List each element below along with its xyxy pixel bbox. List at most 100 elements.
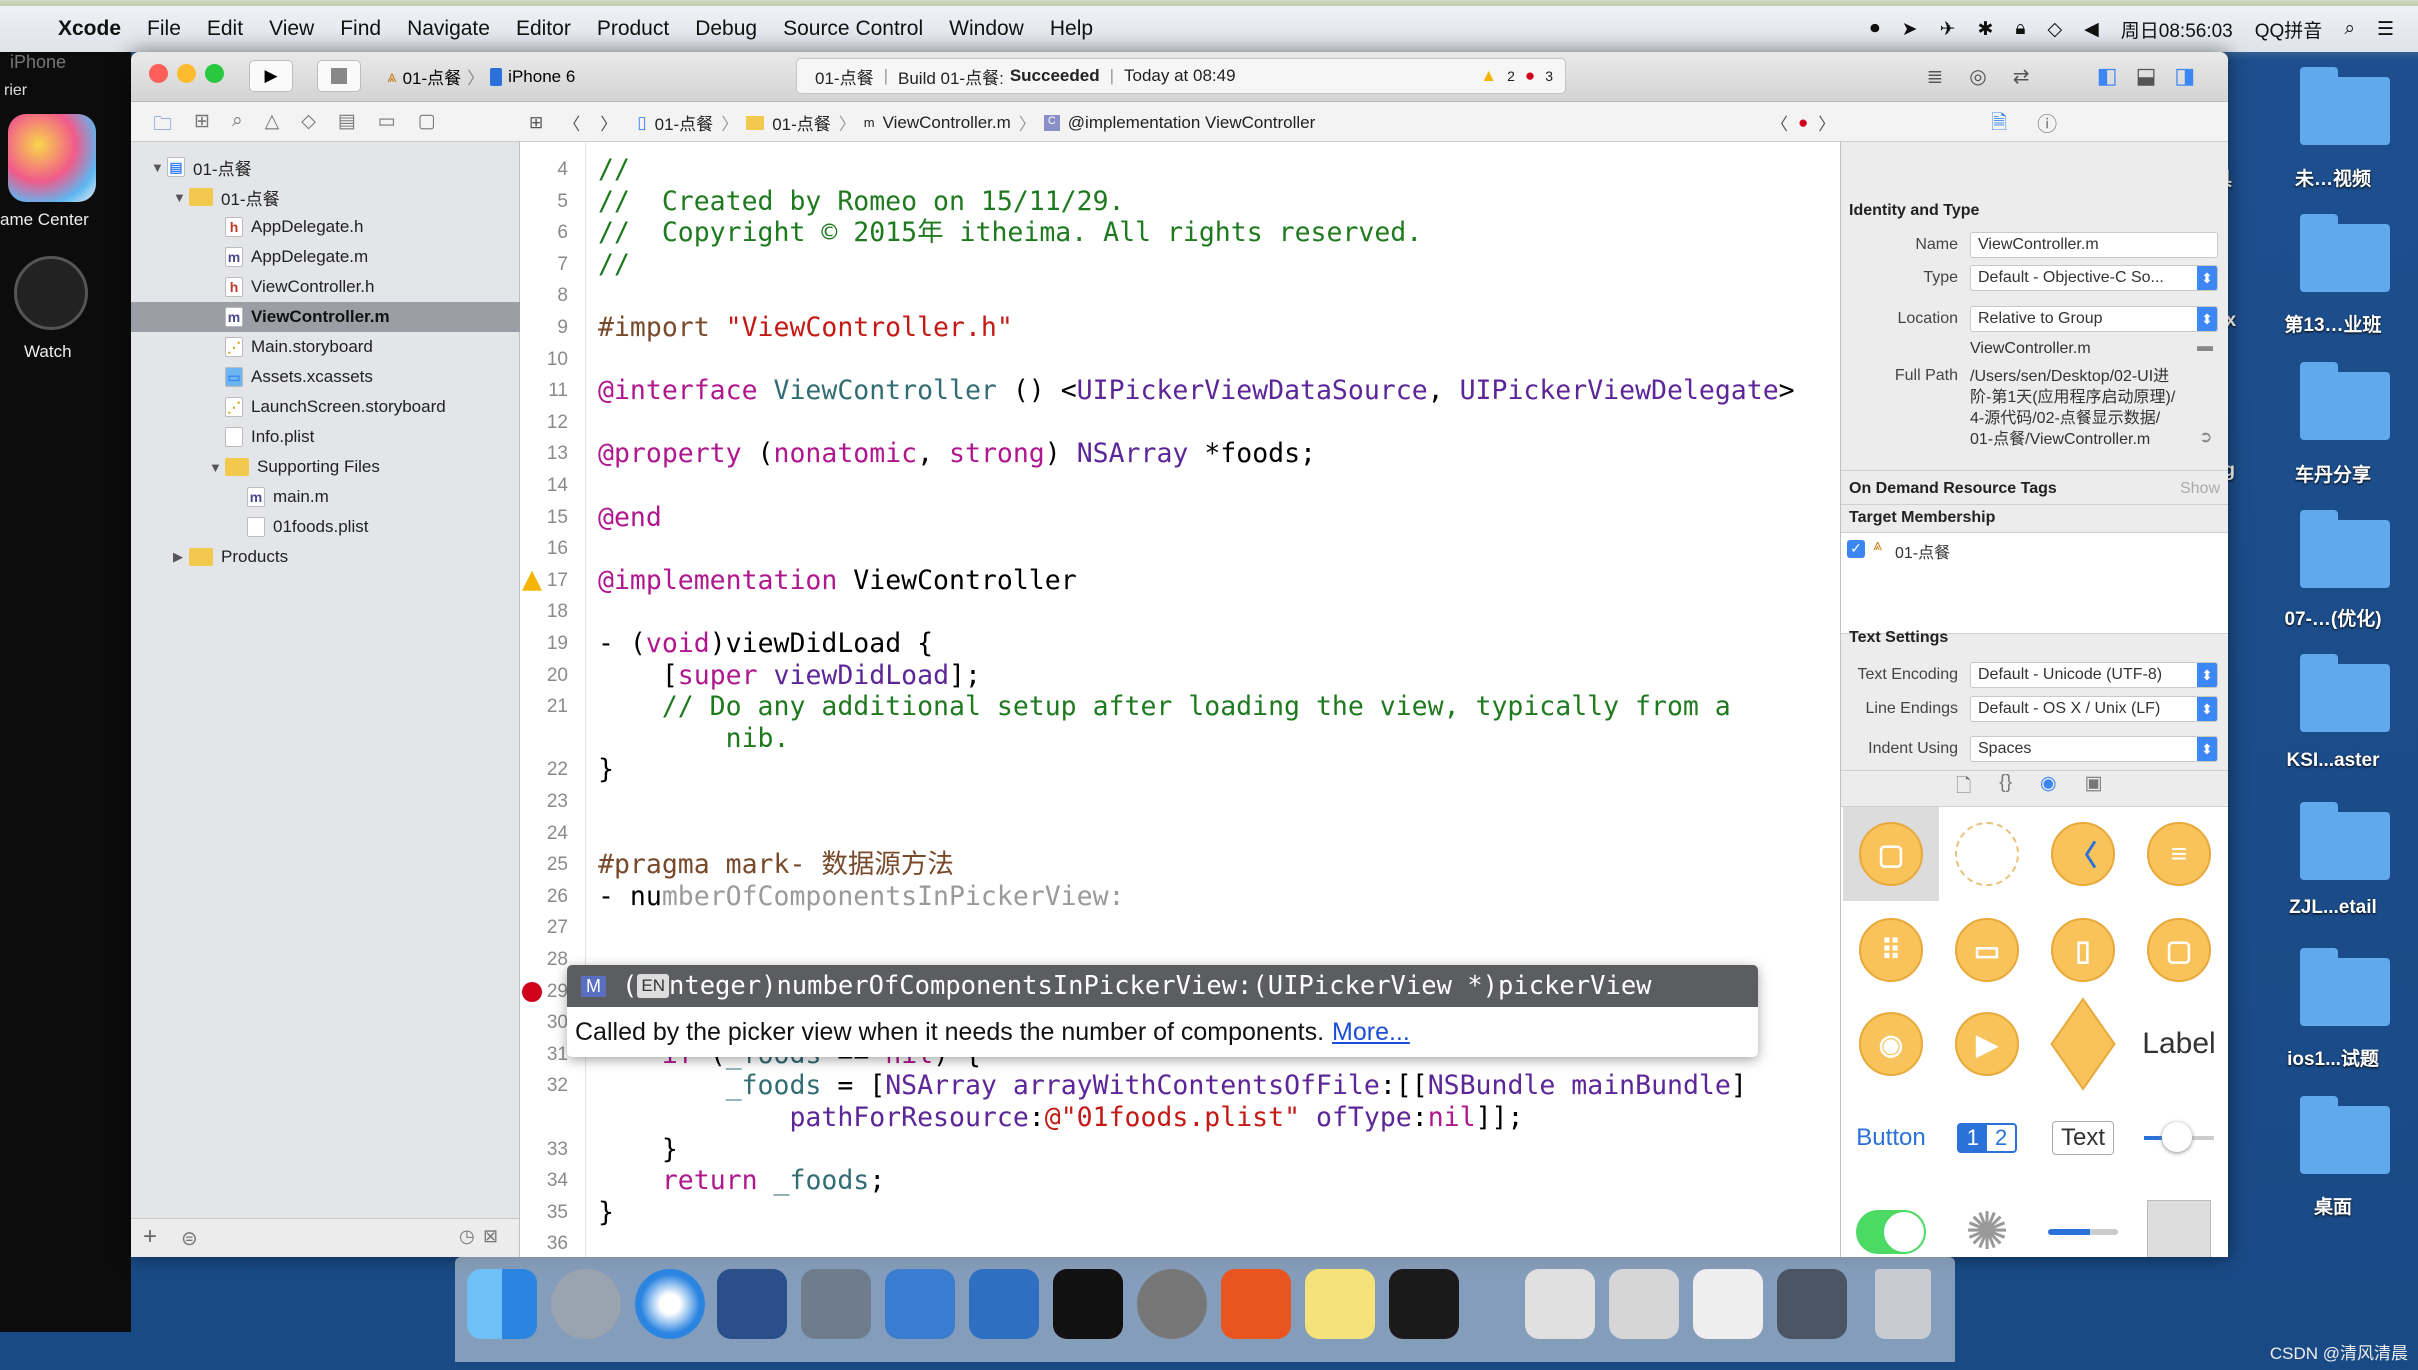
code-line[interactable]: 4 // [520,154,1840,186]
clock[interactable]: 周日08:56:03 [2121,16,2233,43]
presentation-app-icon[interactable] [1221,1269,1291,1339]
line-number[interactable]: 24 [520,818,568,850]
navigator-item[interactable]: ⋰ Main.storyboard [131,332,520,362]
line-number[interactable]: 16 [520,533,568,565]
library-activity-indicator[interactable]: ✺ [1939,1185,2035,1257]
forward-icon[interactable]: 〉 [600,110,617,135]
document-icon[interactable] [1693,1269,1763,1339]
library-av-player[interactable]: ▶ [1939,997,2035,1091]
navigator-item[interactable]: m ViewController.m [131,302,520,332]
library-collection-view[interactable]: ⠿ [1843,903,1939,997]
previous-issue-icon[interactable]: 〈 [1771,110,1788,135]
library-navigation-controller[interactable]: 〈 [2035,807,2131,901]
completion-item[interactable]: M ( EN nteger)numberOfComponentsInPicker… [567,965,1758,1007]
library-glkit[interactable]: ◉ [1843,997,1939,1091]
line-number[interactable]: 13 [520,438,568,470]
launchpad-icon[interactable] [551,1269,621,1339]
library-stepper[interactable] [2131,1185,2227,1257]
source-editor[interactable]: 4 // 5 // Created by Romeo on 15/11/29. 6 // … [520,142,1840,1257]
document-icon[interactable] [1609,1269,1679,1339]
library-text-field[interactable]: Text [2035,1091,2131,1185]
disclosure-triangle-icon[interactable]: ▶ [173,549,189,565]
code-line[interactable]: 12 [520,407,1840,439]
screenshot-icon[interactable] [1777,1269,1847,1339]
line-number[interactable]: 8 [520,280,568,312]
finder-icon[interactable] [467,1269,537,1339]
library-container-view[interactable] [1939,807,2035,901]
system-preferences-icon[interactable] [1137,1269,1207,1339]
line-number[interactable]: 27 [520,912,568,944]
bluetooth-icon[interactable]: ✱ [1978,18,1994,41]
navigator-item[interactable]: ▼ Supporting Files [131,452,520,482]
code-line[interactable]: 24 [520,818,1840,850]
code-line[interactable]: 13 @property (nonatomic, strong) NSArray … [520,438,1840,470]
code-line[interactable]: 26 - numberOfComponentsInPickerView: [520,881,1840,913]
code-line[interactable]: 5 // Created by Romeo on 15/11/29. [520,186,1840,218]
document-icon[interactable] [1525,1269,1595,1339]
error-icon[interactable] [522,981,542,1002]
code-line-wrap[interactable]: pathForResource:@"01foods.plist" ofType:… [520,1102,1840,1134]
menu-view[interactable]: View [269,17,314,41]
code-line[interactable]: 20 [super viewDidLoad]; [520,660,1840,692]
code-line-wrap[interactable]: nib. [520,723,1840,755]
library-page-view-controller[interactable]: ▯ [2035,903,2131,997]
reveal-in-finder-icon[interactable]: ➲ [2199,427,2212,447]
media-library-icon[interactable]: ▣ [2085,772,2103,804]
toggle-navigator-icon[interactable]: ◧ [2097,63,2118,89]
folder-icon[interactable] [2300,67,2390,145]
line-number[interactable]: 11 [520,375,568,407]
folder-icon[interactable] [2300,362,2390,440]
line-number[interactable]: 25 [520,849,568,881]
terminal-icon[interactable] [1053,1269,1123,1339]
code-line[interactable]: 25 #pragma mark- 数据源方法 [520,849,1840,881]
target-checkbox[interactable]: ✓ [1847,540,1865,558]
menu-editor[interactable]: Editor [516,17,571,41]
line-number[interactable]: 6 [520,217,568,249]
assistant-editor-icon[interactable]: ◎ [1969,64,1986,89]
scm-filter-icon[interactable]: ⊠ [483,1226,498,1247]
code-line[interactable]: 16 [520,533,1840,565]
debug-navigator-icon[interactable]: ▤ [338,110,356,142]
odrt-show-button[interactable]: Show [2180,480,2220,498]
choose-folder-icon[interactable]: ▬ [2197,338,2213,356]
error-icon[interactable]: ● [1525,66,1535,86]
desktop-item-label[interactable]: 07-…(优化) [2248,604,2418,631]
navigator-item[interactable]: ▶ Products [131,542,520,572]
folder-icon[interactable] [2300,510,2390,588]
line-number[interactable]: 7 [520,249,568,281]
breadcrumb-symbol[interactable]: @implementation ViewController [1068,113,1316,133]
line-number[interactable]: 36 [520,1228,568,1257]
line-number[interactable]: 15 [520,502,568,534]
code-line[interactable]: 35} [520,1197,1840,1229]
issue-navigator-icon[interactable]: △ [265,110,280,142]
error-icon[interactable]: ● [1798,113,1808,133]
name-field[interactable]: ViewController.m [1970,232,2218,258]
navigator-item[interactable]: Info.plist [131,422,520,452]
game-center-icon[interactable] [8,114,96,202]
code-line[interactable]: 22} [520,754,1840,786]
navigator-item[interactable]: ▭ Assets.xcassets [131,362,520,392]
code-line[interactable]: 17 @implementation ViewController [520,565,1840,597]
version-editor-icon[interactable]: ⇄ [2013,64,2030,89]
line-number[interactable]: 5 [520,186,568,218]
library-slider[interactable] [2131,1091,2227,1185]
library-table-view[interactable]: ≡ [2131,807,2227,901]
warning-count[interactable]: 2 [1507,68,1515,84]
navigator-item[interactable]: m AppDelegate.m [131,242,520,272]
folder-icon[interactable] [2300,802,2390,880]
library-button[interactable]: Button [1843,1091,1939,1185]
menu-product[interactable]: Product [597,17,669,41]
line-number[interactable]: 20 [520,660,568,692]
destination-device[interactable]: iPhone 6 [508,67,575,87]
breadcrumb-project[interactable]: 01-点餐 [655,110,714,135]
close-button[interactable] [149,64,168,83]
menu-debug[interactable]: Debug [695,17,757,41]
recent-files-icon[interactable]: ◷ [459,1226,475,1247]
folder-icon[interactable] [2300,214,2390,292]
folder-icon[interactable] [2300,948,2390,1026]
file-template-library-icon[interactable]: 🗋︎ [1956,772,1971,804]
notes-icon[interactable] [1305,1269,1375,1339]
folder-icon[interactable] [2300,1096,2390,1174]
code-line[interactable]: 34 return _foods; [520,1165,1840,1197]
navigator-item[interactable]: h ViewController.h [131,272,520,302]
